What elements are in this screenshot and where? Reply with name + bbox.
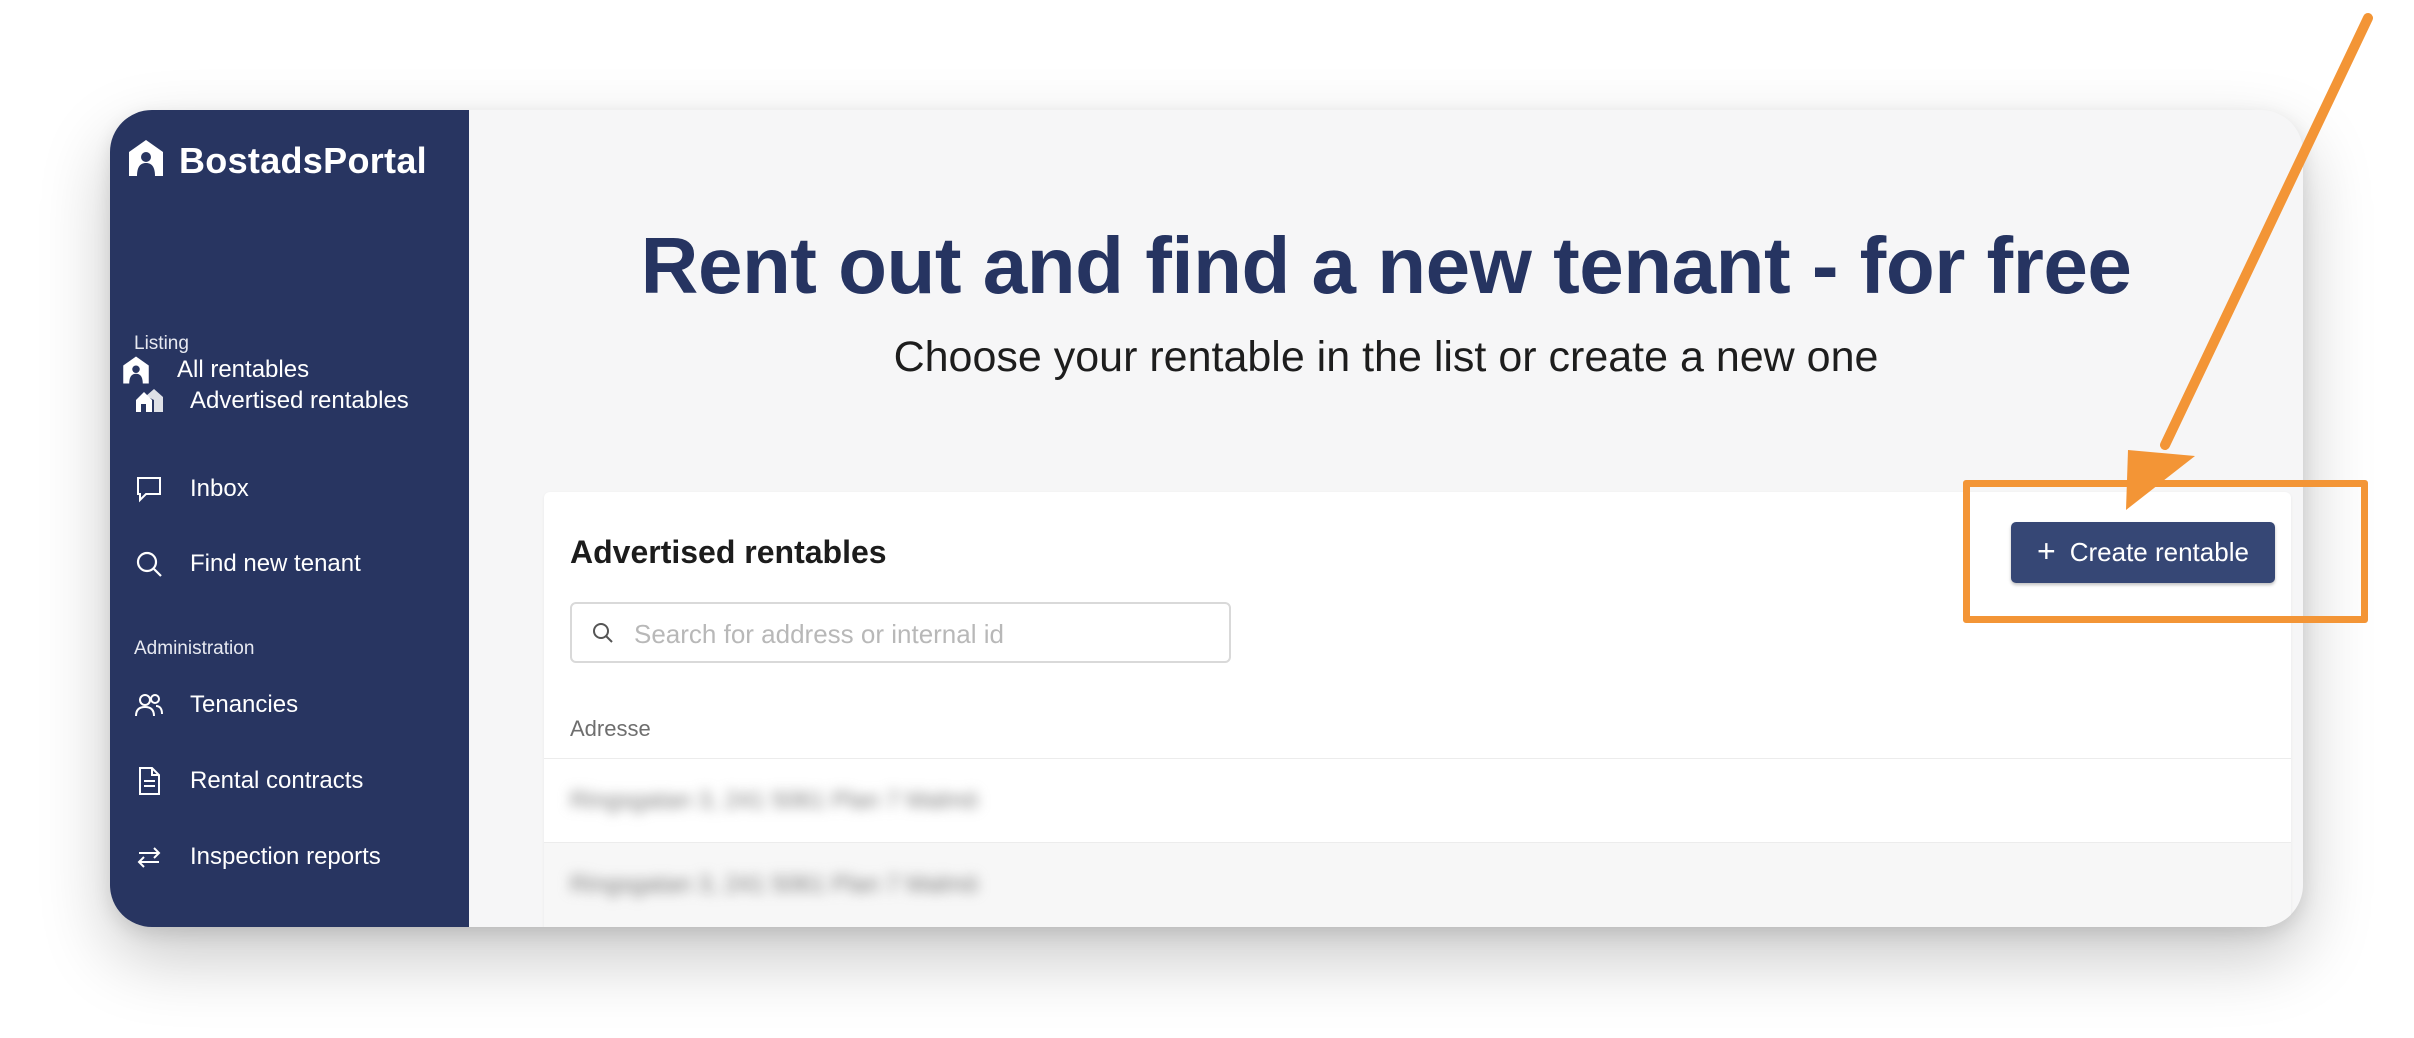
sidebar-item-label: Tenancies [190, 691, 299, 718]
sidebar-item-rental-contracts[interactable]: Rental contracts [110, 753, 469, 809]
search-input[interactable] [632, 614, 1216, 654]
sidebar-item-tenancies[interactable]: Tenancies [110, 677, 469, 733]
houses-icon [134, 386, 164, 416]
page-title: Rent out and find a new tenant - for fre… [640, 221, 2132, 310]
sidebar-item-inspection-reports[interactable]: Inspection reports [110, 829, 469, 885]
sidebar-item-inbox[interactable]: Inbox [110, 461, 469, 517]
sidebar-item-label: Inbox [190, 475, 249, 502]
search-field[interactable] [570, 602, 1231, 663]
annotation-highlight-box [1963, 480, 2368, 623]
logo[interactable]: BostadsPortal [127, 138, 427, 183]
logo-text: BostadsPortal [179, 139, 427, 181]
table-row[interactable]: Ringsgatan 3, 241 5061 Plan 7 Malmö [544, 758, 2291, 843]
row-address: Ringsgatan 3, 241 5061 Plan 7 Malmö [570, 871, 979, 898]
table-row[interactable]: Ringsgatan 3, 241 5061 Plan 7 Malmö [544, 842, 2291, 927]
card-title: Advertised rentables [570, 534, 887, 570]
section-label-administration: Administration [134, 638, 255, 659]
column-header-address[interactable]: Adresse [570, 716, 651, 742]
search-icon [134, 549, 164, 579]
sidebar-item-label: Inspection reports [190, 843, 381, 870]
sidebar: BostadsPortal All rentables Listing Adve… [110, 110, 469, 927]
sidebar-item-advertised-rentables[interactable]: Advertised rentables [110, 373, 469, 429]
arrows-swap-icon [134, 842, 164, 872]
page-subtitle: Choose your rentable in the list or crea… [893, 333, 1879, 381]
sidebar-item-label: Rental contracts [190, 767, 364, 794]
sidebar-item-find-new-tenant[interactable]: Find new tenant [110, 536, 469, 592]
document-icon [134, 766, 164, 796]
people-icon [134, 690, 164, 720]
row-address: Ringsgatan 3, 241 5061 Plan 7 Malmö [570, 787, 979, 814]
home-person-icon [127, 138, 165, 183]
sidebar-item-label: Advertised rentables [190, 387, 409, 414]
search-icon [593, 623, 613, 643]
sidebar-item-label: Find new tenant [190, 550, 361, 577]
section-label-listing: Listing [134, 333, 189, 354]
chat-bubble-icon [134, 474, 164, 504]
